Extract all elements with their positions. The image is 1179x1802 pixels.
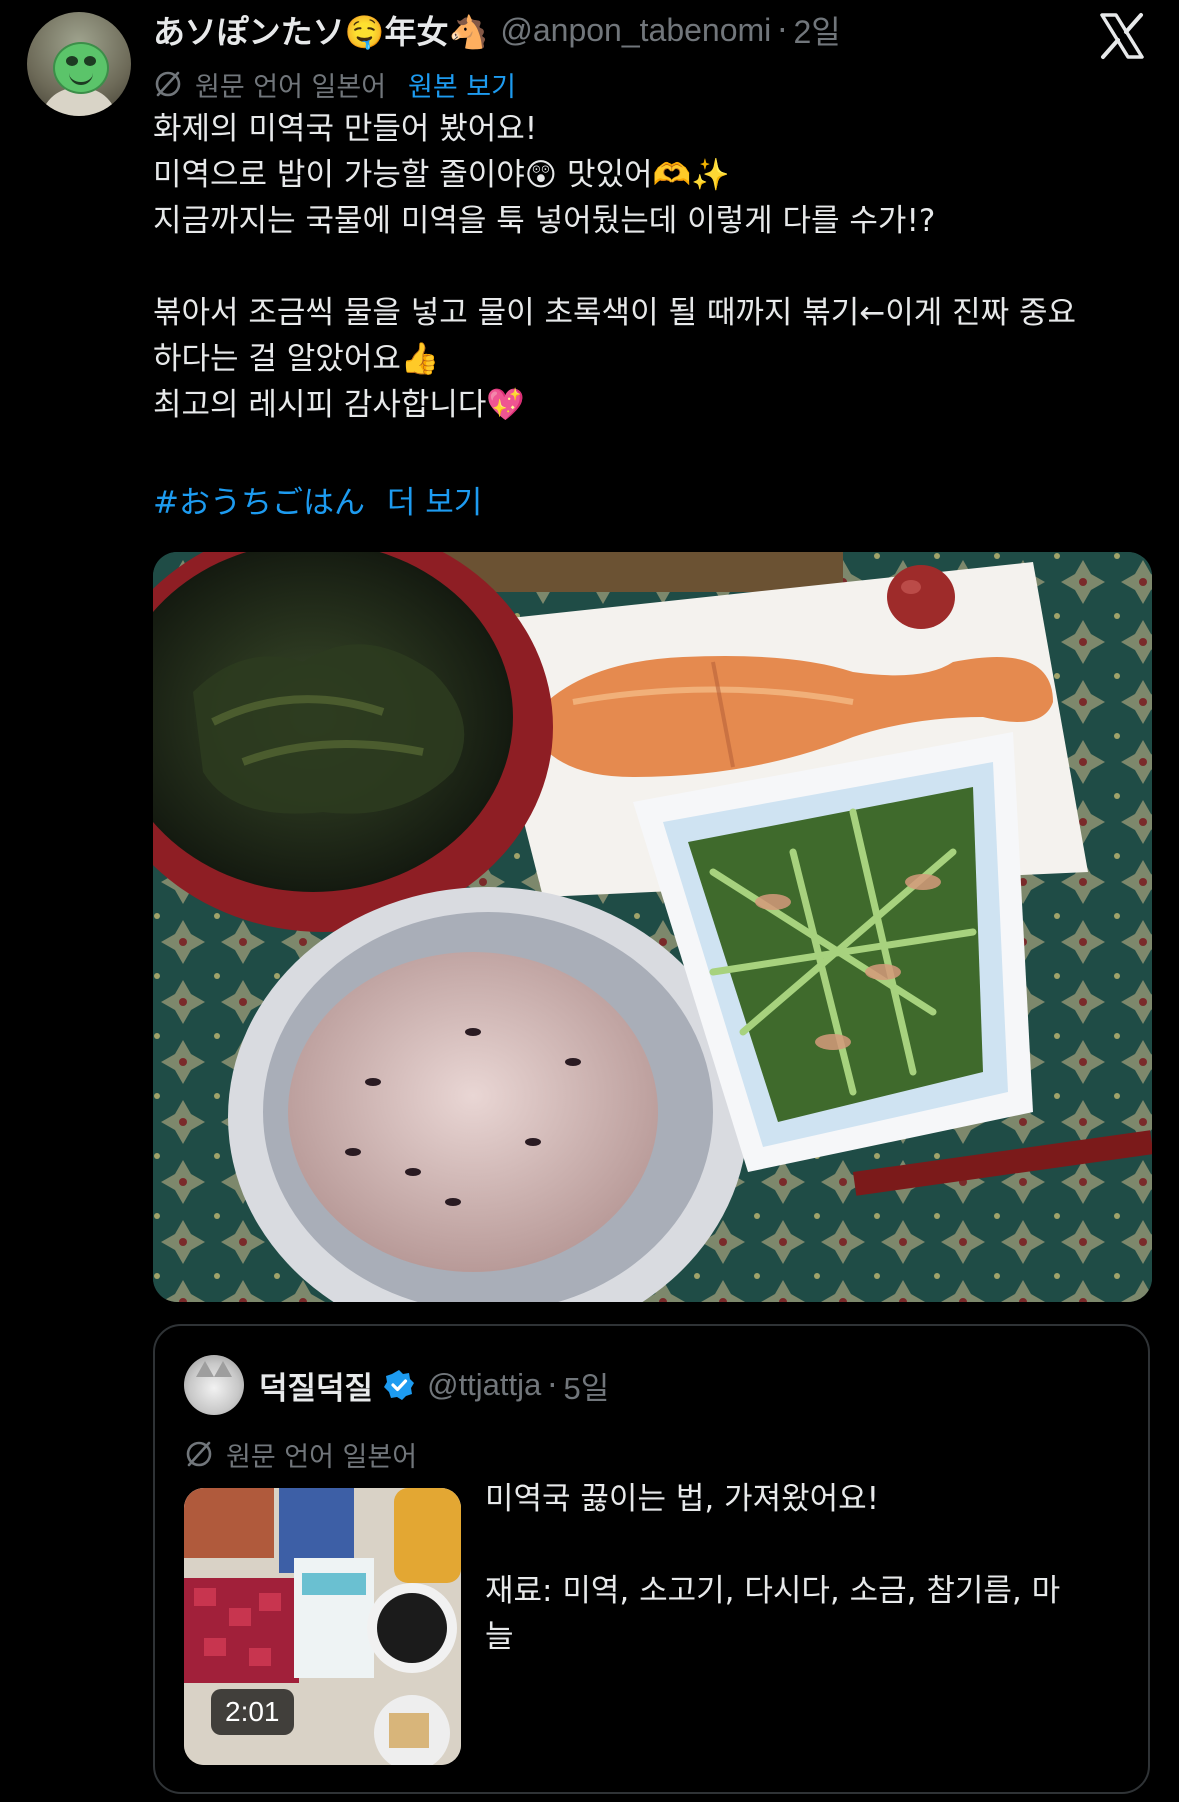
post-header: あソぽンたソ🤤年女🐴 @anpon_tabenomi · 2일 — [153, 5, 841, 55]
post-time[interactable]: 2일 — [793, 7, 840, 53]
avatar-eye — [66, 56, 78, 66]
post: あソぽンたソ🤤年女🐴 @anpon_tabenomi · 2일 원문 언어 일본… — [0, 0, 1179, 1802]
translation-label: 원문 언어 일본어 — [195, 71, 387, 103]
quoted-post[interactable]: 덕질덕질 @ttjattja · 5일 원문 언어 일본어 2:01 미역국 끓… — [153, 1324, 1150, 1794]
separator-dot: · — [777, 11, 788, 49]
post-body-line: 볶아서 조금씩 물을 넣고 물이 초록색이 될 때까지 볶기←이게 진짜 중요 — [153, 295, 1077, 331]
avatar-eye — [84, 56, 96, 66]
post-body-line: 미역으로 밥이 가능할 줄이야😲 맛있어🫶✨ — [153, 157, 730, 193]
show-original-link[interactable]: 원본 보기 — [408, 65, 516, 104]
hashtag-link[interactable]: #おうちごはん — [153, 485, 365, 521]
avatar-sticker-face — [53, 42, 109, 94]
quoted-author-handle[interactable]: @ttjattja — [427, 1367, 541, 1403]
post-body-line: 지금까지는 국물에 미역을 툭 넣어뒀는데 이렇게 다를 수가!? — [153, 203, 936, 239]
quoted-author-name[interactable]: 덕질덕질 — [259, 1363, 373, 1408]
quoted-body-line: 늘 — [485, 1619, 514, 1655]
quoted-body-gap — [485, 1522, 1125, 1568]
separator-dot: · — [547, 1366, 558, 1404]
post-body-line: 화제의 미역국 만들어 봤어요! — [153, 111, 538, 147]
x-logo-icon[interactable] — [1096, 10, 1148, 62]
video-duration: 2:01 — [211, 1689, 294, 1735]
quoted-post-time[interactable]: 5일 — [563, 1363, 609, 1408]
post-photo[interactable] — [153, 552, 1152, 1302]
quoted-video-thumbnail[interactable]: 2:01 — [184, 1488, 461, 1765]
author-avatar[interactable] — [27, 12, 131, 116]
author-handle[interactable]: @anpon_tabenomi — [500, 12, 771, 49]
avatar-cat-ear — [214, 1361, 232, 1377]
food-photo-illustration — [153, 552, 1152, 1302]
avatar-cat-ear — [196, 1361, 214, 1377]
quoted-post-body: 미역국 끓이는 법, 가져왔어요! 재료: 미역, 소고기, 다시다, 소금, … — [485, 1476, 1125, 1660]
hashtag-row: #おうちごはん 더 보기 — [153, 480, 482, 526]
post-body: 화제의 미역국 만들어 봤어요! 미역으로 밥이 가능할 줄이야😲 맛있어🫶✨ … — [153, 106, 1153, 428]
quoted-translation-label: 원문 언어 일본어 — [226, 1441, 418, 1473]
translate-icon — [186, 1441, 212, 1467]
post-body-gap — [153, 244, 1153, 290]
quoted-post-header: 덕질덕질 @ttjattja · 5일 — [259, 1360, 609, 1410]
show-more-link[interactable]: 더 보기 — [387, 485, 482, 521]
quoted-body-line: 미역국 끓이는 법, 가져왔어요! — [485, 1481, 880, 1517]
post-body-line: 하다는 걸 알았어요👍 — [153, 341, 440, 377]
quoted-translation-row: 원문 언어 일본어 — [184, 1432, 417, 1476]
post-body-line: 최고의 레시피 감사합니다💖 — [153, 387, 526, 423]
verified-badge-icon — [384, 1370, 415, 1400]
quoted-body-line: 재료: 미역, 소고기, 다시다, 소금, 참기름, 마 — [485, 1573, 1061, 1609]
avatar-mouth — [69, 72, 93, 85]
translation-row: 원문 언어 일본어 원본 보기 — [153, 62, 516, 106]
quoted-author-avatar[interactable] — [184, 1355, 244, 1415]
translate-icon — [155, 71, 181, 97]
author-display-name[interactable]: あソぽンたソ🤤年女🐴 — [153, 7, 488, 53]
